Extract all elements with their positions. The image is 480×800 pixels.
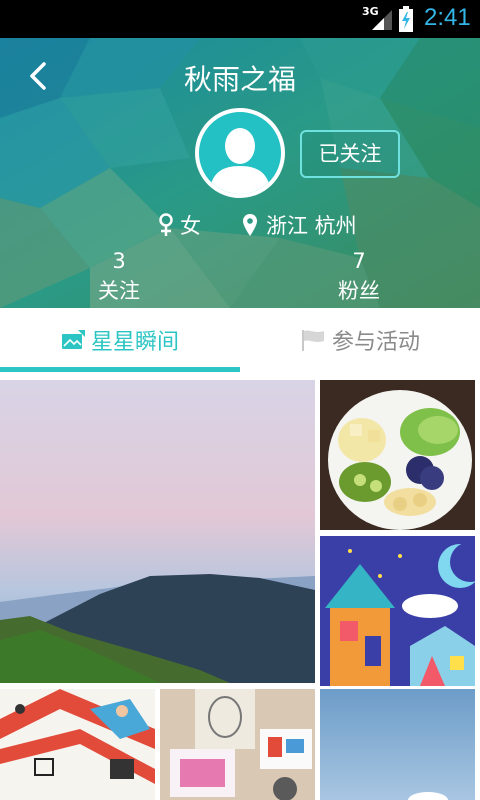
- location-pin-icon: [243, 214, 257, 236]
- following-count: 3: [112, 249, 126, 273]
- user-silhouette-icon: [209, 128, 271, 194]
- signal-icon: [372, 10, 392, 30]
- fans-count: 7: [352, 249, 366, 273]
- photo-sketches[interactable]: [160, 689, 315, 800]
- photo-drawing-houses[interactable]: [320, 536, 475, 686]
- status-bar: 3G 2:41: [0, 0, 480, 38]
- location-info: 浙江 杭州: [242, 210, 357, 240]
- fans-stat[interactable]: 7 粉丝: [299, 248, 419, 308]
- location-label: 浙江 杭州: [266, 214, 357, 238]
- photo-mountain-landscape[interactable]: [0, 380, 315, 683]
- battery-icon: [399, 6, 413, 32]
- following-label: 关注: [98, 279, 140, 303]
- gender-label: 女: [180, 214, 201, 238]
- image-icon: [61, 330, 85, 349]
- flag-icon: [301, 330, 324, 351]
- fans-label: 粉丝: [338, 279, 380, 303]
- gender-info: 女: [158, 210, 201, 240]
- avatar[interactable]: [195, 108, 285, 198]
- female-icon: [159, 213, 173, 236]
- follow-button[interactable]: 已关注: [300, 130, 400, 178]
- tab-moments[interactable]: 星星瞬间: [0, 308, 240, 372]
- photo-grid: [0, 372, 480, 800]
- photo-drawing-stripes[interactable]: [0, 689, 155, 800]
- clock: 2:41: [424, 4, 471, 31]
- following-stat[interactable]: 3 关注: [59, 248, 179, 308]
- photo-sky[interactable]: [320, 689, 475, 800]
- profile-header: 秋雨之福 已关注 女 浙江 杭州 3 关注 7 粉丝: [0, 38, 480, 308]
- profile-title: 秋雨之福: [183, 63, 296, 96]
- tab-activities-label: 参与活动: [331, 330, 420, 355]
- tab-activities[interactable]: 参与活动: [240, 308, 480, 372]
- photo-fruit-plate[interactable]: [320, 380, 475, 530]
- tab-moments-label: 星星瞬间: [90, 330, 179, 355]
- tab-bar: 星星瞬间 参与活动: [0, 308, 480, 372]
